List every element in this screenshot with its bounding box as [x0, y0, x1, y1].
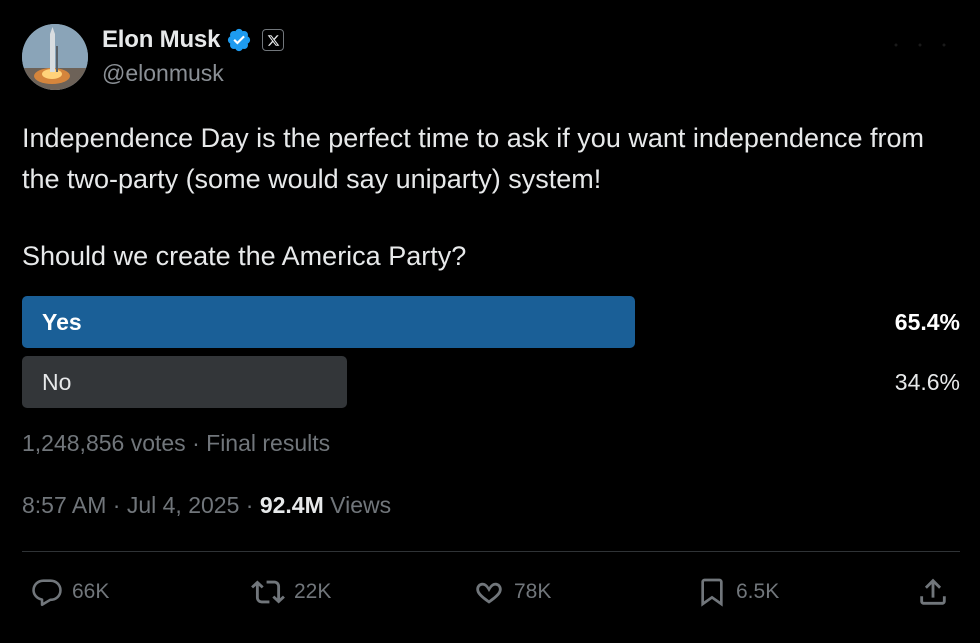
tweet-body: Independence Day is the perfect time to …	[22, 123, 925, 194]
tweet-card: Elon Musk @elonmusk Independence Day is …	[0, 0, 980, 643]
reply-button[interactable]: 66K	[30, 570, 109, 614]
repost-count: 22K	[294, 580, 332, 603]
poll-label-yes: Yes	[42, 309, 82, 335]
author-name[interactable]: Elon Musk	[102, 26, 220, 54]
author-handle[interactable]: @elonmusk	[102, 60, 224, 87]
tweet-time[interactable]: 8:57 AM	[22, 492, 106, 518]
bookmark-button[interactable]: 6.5K	[696, 570, 779, 614]
tweet-date[interactable]: Jul 4, 2025	[127, 492, 240, 518]
views-count[interactable]: 92.4M	[260, 492, 324, 518]
rocket-launch-image	[22, 24, 88, 90]
bookmark-icon	[701, 578, 723, 607]
poll-votes: 1,248,856 votes	[22, 430, 186, 456]
repost-icon	[251, 580, 285, 604]
x-logo-icon	[262, 29, 285, 51]
reply-count: 66K	[72, 580, 110, 603]
like-count: 78K	[514, 580, 552, 603]
share-button[interactable]	[916, 570, 950, 614]
bookmark-count: 6.5K	[736, 580, 780, 603]
author-name-row: Elon Musk	[102, 26, 285, 54]
poll-percent-no: 34.6%	[894, 369, 960, 395]
repost-button[interactable]: 22K	[250, 570, 331, 614]
tweet-text: Independence Day is the perfect time to …	[22, 118, 962, 200]
poll-summary: 1,248,856 votes · Final results	[22, 430, 330, 457]
divider	[22, 551, 960, 552]
poll-label-no: No	[42, 369, 72, 395]
verified-badge-icon[interactable]	[226, 27, 252, 53]
reply-icon	[32, 579, 62, 607]
poll-bar-yes	[22, 296, 635, 348]
views-label: Views	[330, 492, 392, 518]
like-button[interactable]: 78K	[472, 570, 551, 614]
poll-option-yes: Yes 65.4%	[22, 296, 960, 348]
avatar[interactable]	[22, 24, 88, 90]
more-options-icon[interactable]	[890, 40, 950, 50]
meta-separator-2: ·	[245, 492, 254, 518]
poll-separator: ·	[192, 430, 200, 456]
poll-option-no: No 34.6%	[22, 356, 960, 408]
tweet-meta: 8:57 AM · Jul 4, 2025 · 92.4M Views	[22, 492, 391, 519]
meta-separator: ·	[112, 492, 121, 518]
action-bar: 66K 22K 78K 6.5K	[0, 570, 980, 614]
share-icon	[920, 578, 946, 605]
poll-percent-yes: 65.4%	[894, 309, 960, 335]
heart-icon	[476, 582, 502, 604]
poll-status: Final results	[206, 430, 331, 456]
tweet-question: Should we create the America Party?	[22, 241, 467, 271]
